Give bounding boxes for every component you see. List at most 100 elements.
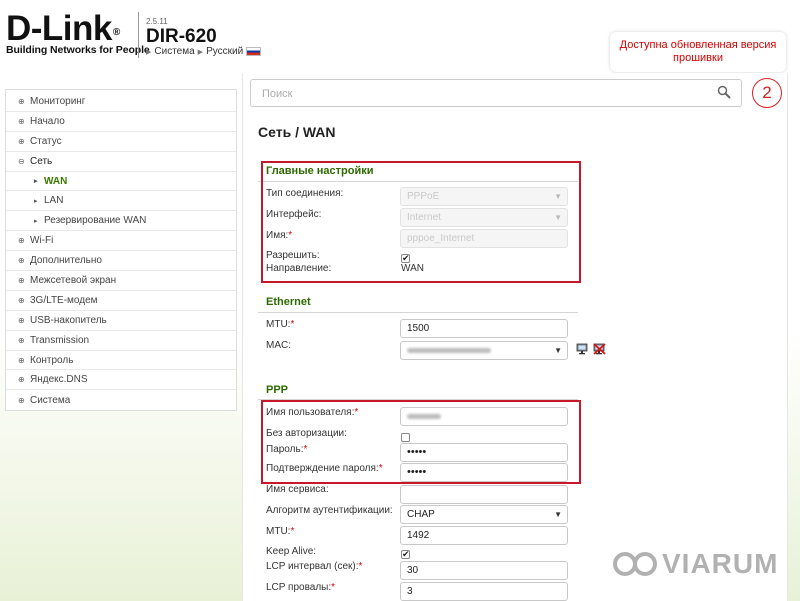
sidebar-item-label: Мониторинг [30,95,86,107]
sidebar-item-usb-storage[interactable]: ⊕ USB-накопитель [6,311,236,331]
sidebar-item-start[interactable]: ⊕ Начало [6,112,236,132]
auth-algorithm-value: CHAP [407,509,435,520]
expand-icon: ⊕ [18,236,25,246]
sidebar-item-control[interactable]: ⊕ Контроль [6,351,236,371]
highlight-ppp-credentials [261,400,581,484]
sidebar-item-advanced[interactable]: ⊕ Дополнительно [6,251,236,272]
logo-text: D-Link [6,9,112,48]
chevron-down-icon: ▼ [554,510,562,519]
keepalive-checkbox[interactable]: ✔ [401,550,410,559]
search-input[interactable]: Поиск [262,88,292,100]
sidebar-item-status[interactable]: ⊕ Статус [6,132,236,152]
lcp-failures-label-text: LCP провалы: [266,582,332,593]
mac-select[interactable]: ▼ [400,341,568,360]
mac-value-blurred [407,347,491,353]
sidebar-item-label: Резервирование WAN [44,215,147,227]
header: D-Link® Building Networks for People 2.5… [0,0,800,72]
sidebar-item-lan[interactable]: ▸ LAN [6,191,236,212]
collapse-icon: ⊖ [18,156,25,166]
firmware-version: 2.5.11 [146,17,168,26]
ppp-mtu-label: MTU:* [266,526,294,537]
auth-algorithm-select[interactable]: CHAP ▼ [400,505,568,524]
keepalive-label: Keep Alive: [266,546,317,557]
sidebar-item-system[interactable]: ⊕ Система [6,390,236,410]
lcp-failures-input[interactable]: 3 [400,582,568,601]
required-marker: * [358,561,363,572]
page-title: Сеть / WAN [258,124,336,140]
sidebar-item-label: WAN [44,175,68,187]
triangle-right-icon: ▸ [34,178,38,185]
required-marker: * [290,526,295,537]
ethernet-heading: Ethernet [266,296,311,308]
sidebar-item-label: Transmission [30,334,90,346]
sidebar-item-yandex-dns[interactable]: ⊕ Яндекс.DNS [6,370,236,391]
auth-algorithm-label: Алгоритм аутентификации: [266,505,393,516]
lcp-interval-label-text: LCP интервал (сек): [266,561,359,572]
sidebar-item-transmission[interactable]: ⊕ Transmission [6,331,236,351]
ppp-mtu-input[interactable]: 1492 [400,526,568,545]
chevron-down-icon: ▼ [554,346,562,355]
ppp-mtu-value: 1492 [407,530,430,541]
dlink-logo[interactable]: D-Link® Building Networks for People [6,9,150,56]
sidebar-item-monitoring[interactable]: ⊕ Мониторинг [6,92,236,112]
viarum-watermark: VIARUM [612,548,778,580]
sidebar-item-wan[interactable]: ▸ WAN [6,172,236,192]
ppp-heading: PPP [266,384,289,396]
sidebar-item-3g-lte[interactable]: ⊕ 3G/LTE-модем [6,291,236,311]
expand-icon: ⊕ [18,256,25,266]
triangle-right-icon: ▶ [146,48,152,56]
lcp-failures-label: LCP провалы:* [266,582,335,593]
ethernet-mtu-input[interactable]: 1500 [400,319,568,338]
required-marker: * [290,319,295,330]
expand-icon: ⊕ [18,275,25,285]
required-marker: * [331,582,336,593]
language-link[interactable]: Русский [206,46,243,57]
sidebar-item-firewall[interactable]: ⊕ Межсетевой экран [6,271,236,291]
sidebar-item-label: LAN [44,195,64,207]
lcp-interval-input[interactable]: 30 [400,561,568,580]
expand-icon: ⊕ [18,116,25,126]
sidebar-item-wifi[interactable]: ⊕ Wi-Fi [6,231,236,252]
firmware-update-notice[interactable]: Доступна обновленная версия прошивки [610,32,786,72]
expand-icon: ⊕ [18,375,25,385]
clone-mac-icon[interactable] [576,343,588,358]
sidebar-item-label: Контроль [30,354,74,366]
expand-icon: ⊕ [18,295,25,305]
expand-icon: ⊕ [18,355,25,365]
sidebar-item-wan-backup[interactable]: ▸ Резервирование WAN [6,211,236,232]
russian-flag-icon[interactable] [246,47,262,56]
ethernet-mtu-value: 1500 [407,323,430,334]
ethernet-mtu-label-text: MTU: [266,319,291,330]
sidebar-item-label: 3G/LTE-модем [30,294,98,306]
expand-icon: ⊕ [18,315,25,325]
reset-mac-icon[interactable] [593,343,606,358]
sidebar-item-label: Статус [30,135,62,147]
watermark-text: VIARUM [662,548,779,579]
highlight-main-settings [261,161,581,283]
mac-label: MAC: [266,340,291,351]
sidebar-item-label: Сеть [30,155,53,167]
mac-actions [576,343,606,358]
triangle-right-icon: ▸ [34,217,38,225]
service-name-input[interactable] [400,485,568,504]
expand-icon: ⊕ [18,395,25,405]
search-icon[interactable] [717,85,731,102]
device-model: DIR-620 [146,26,217,47]
sidebar-item-label: Межсетевой экран [30,274,117,286]
sidebar-item-label: Система [30,394,71,406]
service-name-label: Имя сервиса: [266,484,329,495]
triangle-right-icon: ▶ [197,48,204,56]
expand-icon: ⊕ [18,136,25,146]
step-number-badge: 2 [752,78,782,108]
search-bar[interactable]: Поиск [250,79,742,107]
sidebar-item-label: USB-накопитель [30,314,107,326]
triangle-right-icon: ▸ [34,197,38,205]
lcp-failures-value: 3 [407,586,413,597]
sidebar-item-network[interactable]: ⊖ Сеть [6,152,236,172]
lcp-interval-value: 30 [407,565,419,576]
expand-icon: ⊕ [18,335,25,345]
header-breadcrumb: ▶ Система ▶ Русский [146,46,262,57]
logo-tagline: Building Networks for People [6,44,150,56]
ethernet-mtu-label: MTU:* [266,319,294,330]
system-link[interactable]: Система [154,46,194,57]
